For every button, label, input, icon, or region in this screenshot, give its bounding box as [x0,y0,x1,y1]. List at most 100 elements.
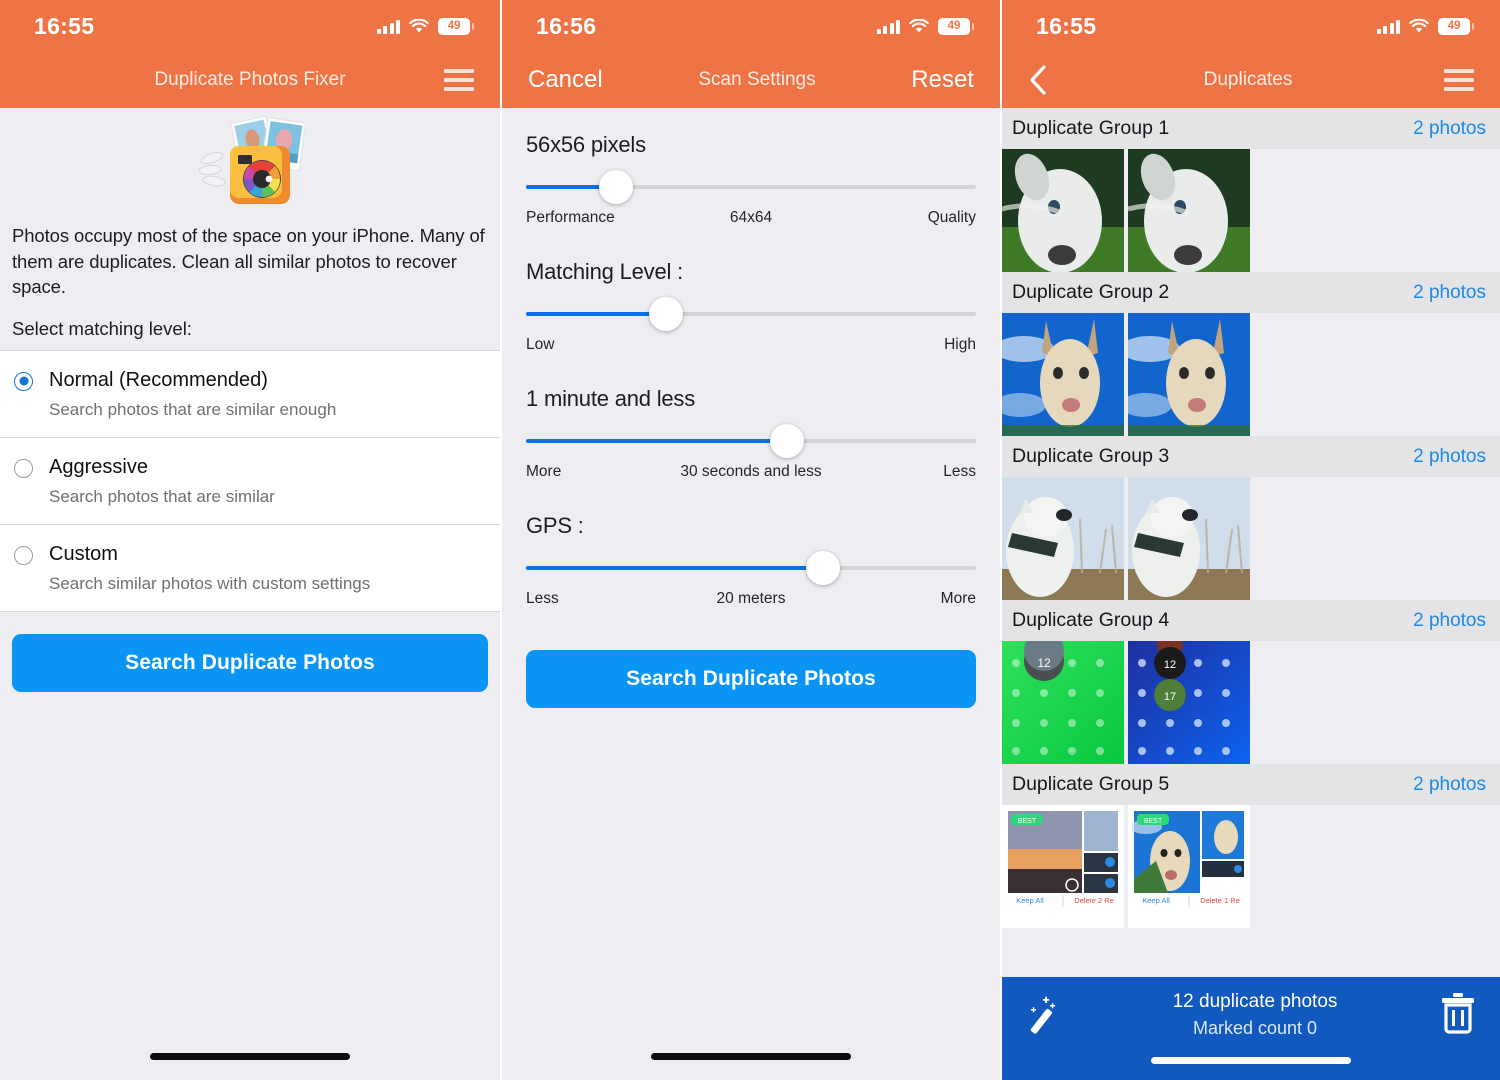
slider-left-label: Performance [526,209,615,226]
option-title: Normal (Recommended) [49,368,268,391]
trash-icon[interactable] [1438,991,1478,1040]
photo-thumbnail[interactable]: BEST Keep All Delete 2 Re [1002,805,1124,928]
photo-thumbnail[interactable] [1128,149,1250,272]
radio-normal[interactable] [14,371,33,391]
group-photo-count[interactable]: 2 photos [1413,774,1486,796]
group-title: Duplicate Group 4 [1012,609,1170,631]
matching-level-slider[interactable] [526,297,976,331]
group-thumbnails [1002,149,1500,272]
search-duplicate-photos-button[interactable]: Search Duplicate Photos [12,633,488,692]
panel-home: 16:55 49 Duplicate Photos Fixer Photos o… [0,0,500,1080]
magic-wand-icon[interactable] [1024,991,1072,1044]
group-title: Duplicate Group 1 [1012,117,1170,139]
hamburger-menu-icon[interactable] [1444,69,1474,91]
gps-slider[interactable] [526,551,976,585]
pixel-size-value: 56x56 pixels [526,132,646,157]
duplicate-group-4[interactable]: Duplicate Group 4 2 photos 12 12 17 [1002,600,1500,764]
group-photo-count[interactable]: 2 photos [1413,282,1486,304]
slider-knob[interactable] [806,551,840,585]
group-title: Duplicate Group 2 [1012,281,1170,303]
back-chevron-icon[interactable] [1028,63,1052,97]
group-header: Duplicate Group 3 2 photos [1002,436,1500,477]
reset-button[interactable]: Reset [911,66,974,94]
slider-knob[interactable] [648,297,683,331]
panel-duplicates: 16:55 49 Duplicates Duplicate Group 1 2 … [1000,0,1500,1080]
photo-thumbnail[interactable]: BEST Keep All Delete 1 Re [1128,805,1250,928]
radio-custom[interactable] [14,545,33,565]
option-custom[interactable]: Custom Search similar photos with custom… [0,525,500,612]
nav-bar: Duplicate Photos Fixer [0,52,500,108]
slider-mid-label: 64x64 [729,209,773,226]
home-indicator [1151,1057,1351,1064]
status-bar: 16:55 49 [1002,0,1500,52]
battery-level: 49 [947,20,961,32]
group-thumbnails: 12 12 17 [1002,641,1500,764]
group-header: Duplicate Group 5 2 photos [1002,764,1500,805]
nav-bar: Cancel Scan Settings Reset [502,52,1000,108]
battery-icon: 49 [438,17,474,35]
photo-thumbnail[interactable] [1002,477,1124,600]
page-title: Scan Settings [698,69,816,90]
slider-left-label: More [526,463,562,480]
group-thumbnails: BEST Keep All Delete 2 Re BEST Keep All Dele… [1002,805,1500,928]
cellular-signal-icon [1376,19,1400,34]
time-value: 1 minute and less [526,386,696,411]
battery-level: 49 [1447,20,1461,32]
option-aggressive[interactable]: Aggressive Search photos that are simila… [0,438,500,525]
photo-thumbnail[interactable] [1128,313,1250,436]
duplicate-group-1[interactable]: Duplicate Group 1 2 photos [1002,108,1500,272]
hamburger-menu-icon[interactable] [444,69,474,91]
cancel-button[interactable]: Cancel [528,66,603,94]
group-title: Duplicate Group 5 [1012,773,1170,795]
group-photo-count[interactable]: 2 photos [1413,118,1486,140]
wifi-icon [409,18,429,34]
duplicate-group-2[interactable]: Duplicate Group 2 2 photos [1002,272,1500,436]
page-title: Duplicate Photos Fixer [154,69,346,90]
option-normal[interactable]: Normal (Recommended) Search photos that … [0,351,500,438]
svg-text:Delete 2 Re: Delete 2 Re [1074,896,1114,905]
photo-thumbnail[interactable] [1128,477,1250,600]
slider-right-label: High [944,336,976,353]
photo-thumbnail[interactable] [1002,313,1124,436]
slider-right-label: More [940,590,976,607]
duplicate-photos-count: 12 duplicate photos [1172,991,1338,1012]
slider-mid-label: 30 seconds and less [680,463,822,480]
option-title: Aggressive [49,455,148,478]
duplicate-group-3[interactable]: Duplicate Group 3 2 photos [1002,436,1500,600]
pixel-size-slider[interactable] [526,170,976,204]
status-bar: 16:56 49 [502,0,1000,52]
radio-aggressive[interactable] [14,458,33,478]
pixel-size-setting: 56x56 pixels Performance 64x64 Quality [526,132,976,227]
photo-thumbnail[interactable] [1002,149,1124,272]
time-setting: 1 minute and less More 30 seconds and le… [526,386,976,481]
svg-text:Keep All: Keep All [1016,896,1044,905]
battery-level: 49 [447,20,461,32]
svg-text:12: 12 [1164,659,1176,671]
option-title: Custom [49,542,118,565]
option-subtitle: Search photos that are similar enough [49,399,337,419]
group-photo-count[interactable]: 2 photos [1413,610,1486,632]
slider-knob[interactable] [599,170,633,204]
panel-scan-settings: 16:56 49 Cancel Scan Settings Reset 56x5… [500,0,1000,1080]
option-subtitle: Search similar photos with custom settin… [49,573,371,593]
battery-icon: 49 [1438,17,1474,35]
time-slider[interactable] [526,424,976,458]
svg-text:17: 17 [1164,691,1176,703]
status-clock: 16:55 [34,12,95,39]
screenshot-triptych: 16:55 49 Duplicate Photos Fixer Photos o… [0,0,1500,1080]
slider-knob[interactable] [770,424,804,458]
group-photo-count[interactable]: 2 photos [1413,446,1486,468]
photo-thumbnail[interactable]: 12 [1002,641,1124,764]
battery-icon: 49 [938,17,974,35]
duplicate-groups-list[interactable]: Duplicate Group 1 2 photos Duplicate Gro… [1002,108,1500,977]
page-title: Duplicates [1203,69,1293,90]
scan-settings-content: 56x56 pixels Performance 64x64 Quality M… [502,108,1000,1080]
search-duplicate-photos-button[interactable]: Search Duplicate Photos [526,650,976,708]
duplicate-group-5[interactable]: Duplicate Group 5 2 photos BEST Keep All D… [1002,764,1500,928]
group-title: Duplicate Group 3 [1012,445,1170,467]
wifi-icon [1409,18,1429,34]
matching-level-label: Matching Level : [526,259,683,284]
svg-text:12: 12 [1037,656,1051,670]
group-header: Duplicate Group 4 2 photos [1002,600,1500,641]
photo-thumbnail[interactable]: 12 17 [1128,641,1250,764]
